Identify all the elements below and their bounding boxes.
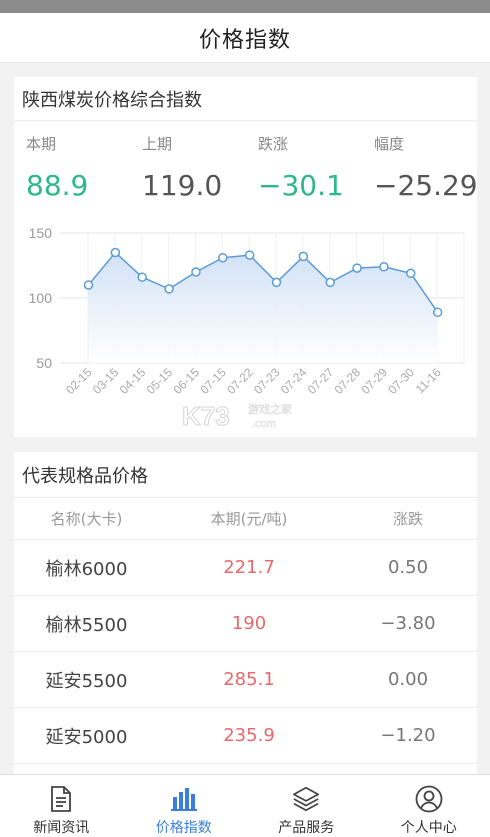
x-tick-label: 07-27 xyxy=(305,365,337,397)
row-price: 285.1 xyxy=(223,669,275,690)
tab-price-index[interactable]: 价格指数 xyxy=(123,775,246,837)
x-tick-label: 07-15 xyxy=(197,365,229,397)
page-title: 价格指数 xyxy=(198,27,291,53)
k73-watermark-logo: K73 游戏之家 .com xyxy=(182,401,293,432)
x-tick-label: 02-15 xyxy=(63,365,95,397)
row-change: 0.00 xyxy=(387,669,429,690)
y-tick-label: 50 xyxy=(36,355,52,371)
user-circle-icon xyxy=(415,785,443,813)
index-card: 陕西煤炭价格综合指数 本期 88.9 上期 119.0 跌涨 −30.1 幅度 … xyxy=(14,77,478,437)
column-header-price: 本期(元/吨) xyxy=(210,510,288,528)
column-header-change: 涨跌 xyxy=(392,510,423,528)
row-name: 延安5500 xyxy=(45,670,128,692)
x-tick-label: 07-28 xyxy=(332,365,364,397)
data-point xyxy=(191,267,201,277)
stat-value: −30.1 xyxy=(258,169,344,202)
y-tick-label: 100 xyxy=(29,290,53,306)
stat-value: −25.29 xyxy=(374,169,478,202)
tab-label: 新闻资讯 xyxy=(33,820,90,836)
stat-label: 幅度 xyxy=(374,135,405,153)
x-tick-label: 06-15 xyxy=(170,365,202,397)
data-point xyxy=(298,251,309,262)
x-tick-label: 07-24 xyxy=(278,365,310,397)
news-document-icon xyxy=(47,785,75,813)
x-tick-label: 04-15 xyxy=(117,365,149,397)
tab-label: 价格指数 xyxy=(155,820,212,836)
tab-profile[interactable]: 个人中心 xyxy=(368,775,490,837)
svg-text:.com: .com xyxy=(252,418,276,430)
data-point xyxy=(110,247,121,258)
tab-products[interactable]: 产品服务 xyxy=(245,775,368,837)
row-change: −1.20 xyxy=(380,725,436,746)
table-row[interactable]: 延安5500 285.1 0.00 xyxy=(14,652,477,708)
x-tick-label: 07-30 xyxy=(385,365,417,397)
data-point xyxy=(164,284,174,294)
data-point xyxy=(218,252,228,263)
stat-label: 本期 xyxy=(26,135,57,153)
row-name: 延安5000 xyxy=(45,726,128,748)
row-name: 榆林6000 xyxy=(45,558,128,580)
table-header: 名称(大卡) 本期(元/吨) 涨跌 xyxy=(14,498,477,540)
title-bar: 价格指数 xyxy=(0,13,490,63)
status-bar xyxy=(0,0,490,13)
index-stats: 本期 88.9 上期 119.0 跌涨 −30.1 幅度 −25.29 xyxy=(14,121,478,221)
table-row[interactable]: 榆林5500 190 −3.80 xyxy=(14,596,477,652)
table-row[interactable]: 榆林6000 221.7 0.50 xyxy=(14,540,477,596)
x-tick-label: 07-23 xyxy=(251,365,283,397)
row-price: 221.7 xyxy=(223,557,275,578)
tab-news[interactable]: 新闻资讯 xyxy=(0,775,123,837)
row-name: 榆林5500 xyxy=(45,614,128,636)
data-point xyxy=(432,307,443,318)
x-tick-label: 05-15 xyxy=(144,365,176,397)
data-point xyxy=(137,272,147,282)
column-header-name: 名称(大卡) xyxy=(50,510,123,528)
row-price: 235.9 xyxy=(223,725,275,746)
price-card-title: 代表规格品价格 xyxy=(14,452,477,498)
x-tick-label: 07-29 xyxy=(358,365,390,397)
table-row[interactable]: 延安5000 235.9 −1.20 xyxy=(14,708,477,764)
tab-label: 产品服务 xyxy=(278,820,335,836)
data-point xyxy=(244,250,255,260)
svg-text:游戏之家: 游戏之家 xyxy=(248,402,292,416)
row-change: −3.80 xyxy=(380,613,436,634)
data-point xyxy=(325,277,335,288)
layers-icon xyxy=(292,785,320,813)
row-change: 0.50 xyxy=(387,557,429,578)
tab-label: 个人中心 xyxy=(400,820,457,836)
bar-chart-icon xyxy=(170,785,198,813)
stat-value: 119.0 xyxy=(142,169,223,202)
y-tick-label: 150 xyxy=(29,225,53,241)
data-point xyxy=(352,263,362,273)
stat-label: 上期 xyxy=(142,135,173,153)
bottom-tab-bar: 新闻资讯 价格指数 产品服务 个人中心 xyxy=(0,774,490,837)
data-point xyxy=(271,277,282,288)
row-price: 190 xyxy=(231,613,267,634)
data-point xyxy=(83,280,94,290)
data-point xyxy=(379,262,389,272)
data-point xyxy=(406,268,416,279)
index-card-title: 陕西煤炭价格综合指数 xyxy=(14,77,477,121)
x-tick-label: 07-22 xyxy=(224,365,256,397)
stat-value: 88.9 xyxy=(26,169,89,202)
stat-label: 跌涨 xyxy=(258,135,289,153)
svg-text:K73: K73 xyxy=(182,401,230,431)
x-tick-label: 03-15 xyxy=(90,365,122,397)
x-tick-label: 11-16 xyxy=(413,365,444,396)
price-card: 代表规格品价格 名称(大卡) 本期(元/吨) 涨跌 榆林6000 221.7 0… xyxy=(14,452,477,774)
